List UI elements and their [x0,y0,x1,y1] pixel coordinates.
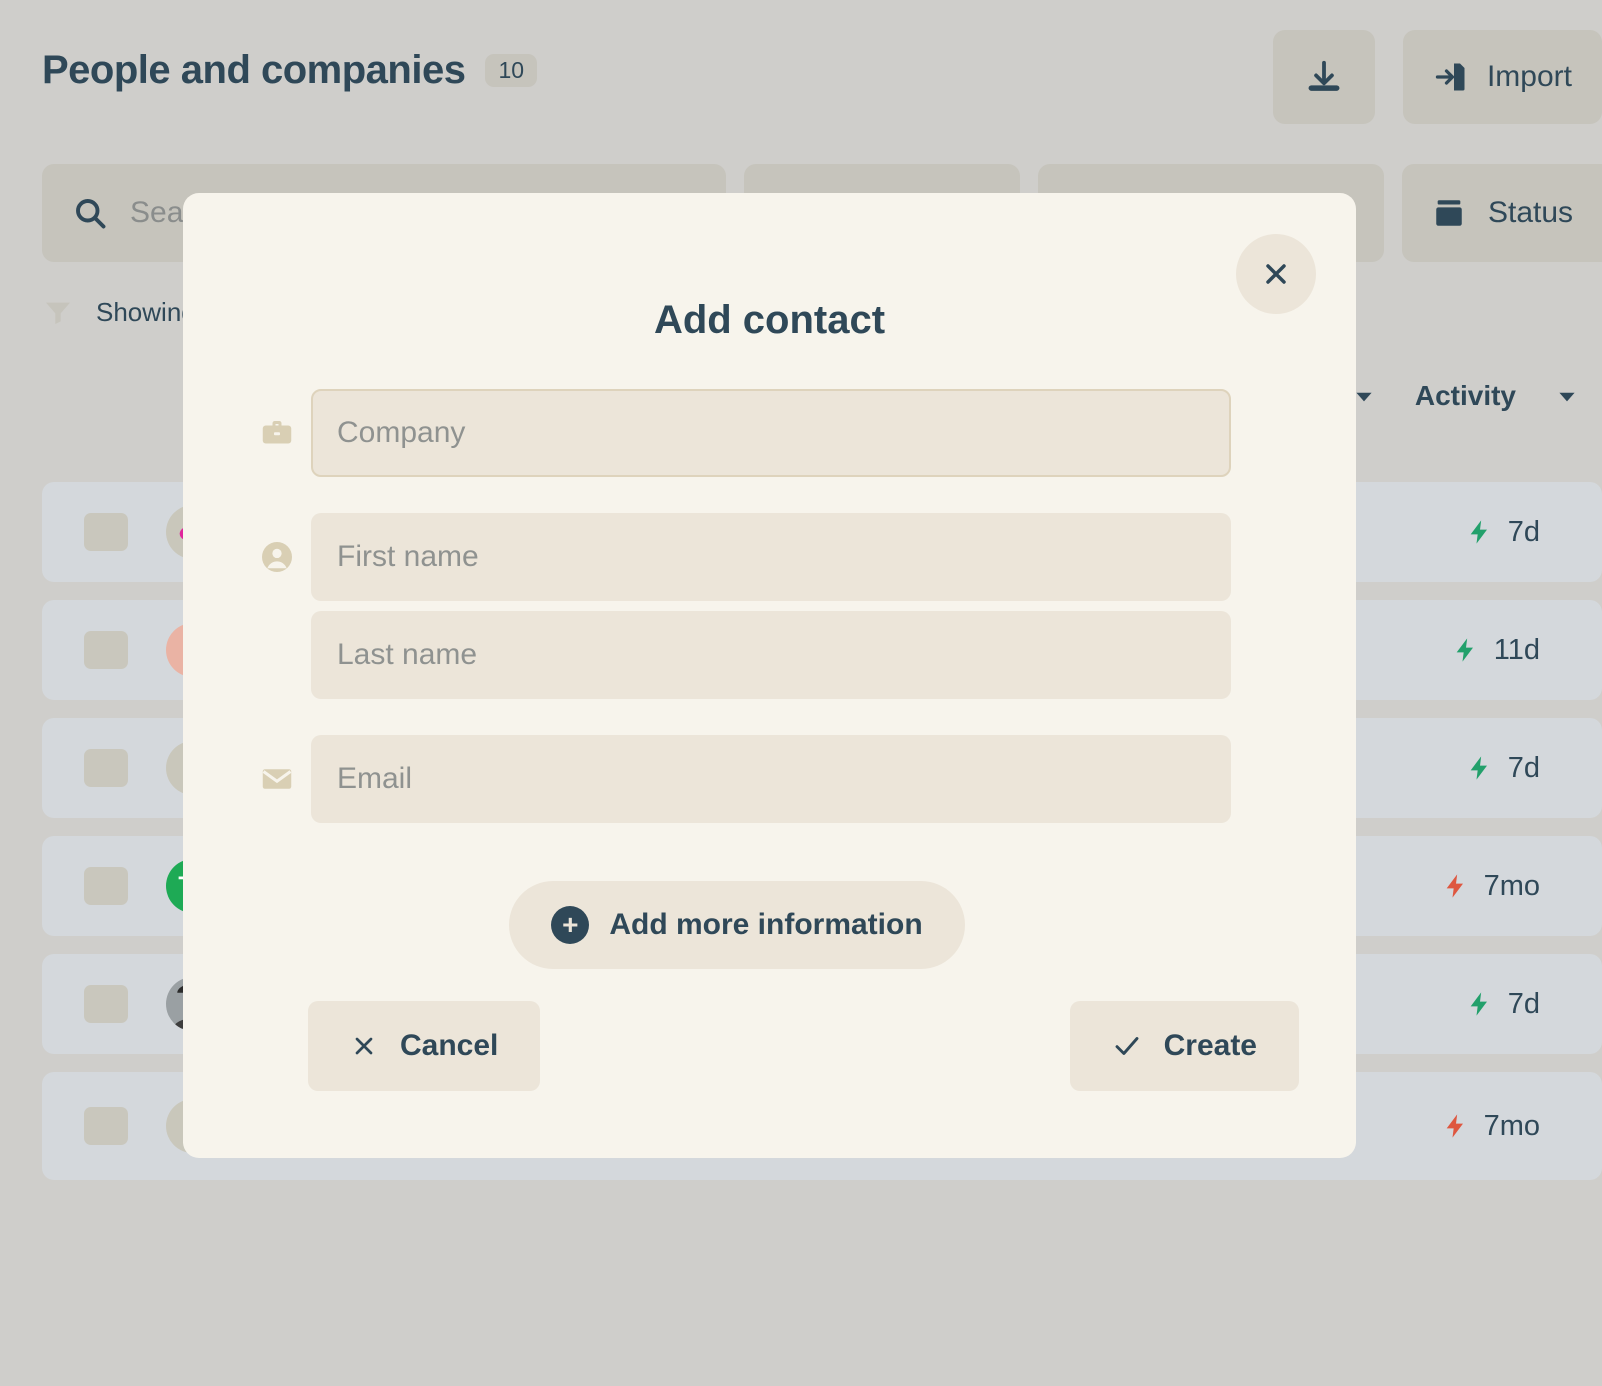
close-button[interactable] [1236,234,1316,314]
field-row-email [243,735,1231,823]
plus-circle-icon: + [551,906,590,944]
cancel-label: Cancel [400,1029,499,1062]
modal-footer: Cancel Create [308,1001,1299,1091]
last-name-input[interactable] [311,611,1231,699]
company-input[interactable] [311,389,1231,477]
close-icon [1260,258,1292,290]
field-row-last-name [243,611,1231,699]
email-input[interactable] [311,735,1231,823]
add-more-wrap: + Add more information [243,881,1231,969]
check-icon [1112,1031,1142,1061]
first-name-input[interactable] [311,513,1231,601]
add-contact-modal: Add contact Company First name Last name… [183,193,1356,1158]
field-row-company [243,389,1231,477]
cancel-button[interactable]: Cancel [308,1001,541,1091]
add-more-label: Add more information [609,908,923,941]
briefcase-icon [243,415,311,451]
add-more-information-button[interactable]: + Add more information [509,881,965,969]
modal-title: Add contact [653,298,886,342]
modal-overlay: Add contact Company First name Last name… [0,0,1602,1386]
create-label: Create [1163,1029,1257,1062]
create-button[interactable]: Create [1069,1001,1299,1091]
field-row-first-name [243,513,1231,601]
person-icon [243,539,311,575]
add-contact-form: + Add more information [183,389,1356,969]
x-icon [350,1032,378,1060]
envelope-icon [243,761,311,797]
